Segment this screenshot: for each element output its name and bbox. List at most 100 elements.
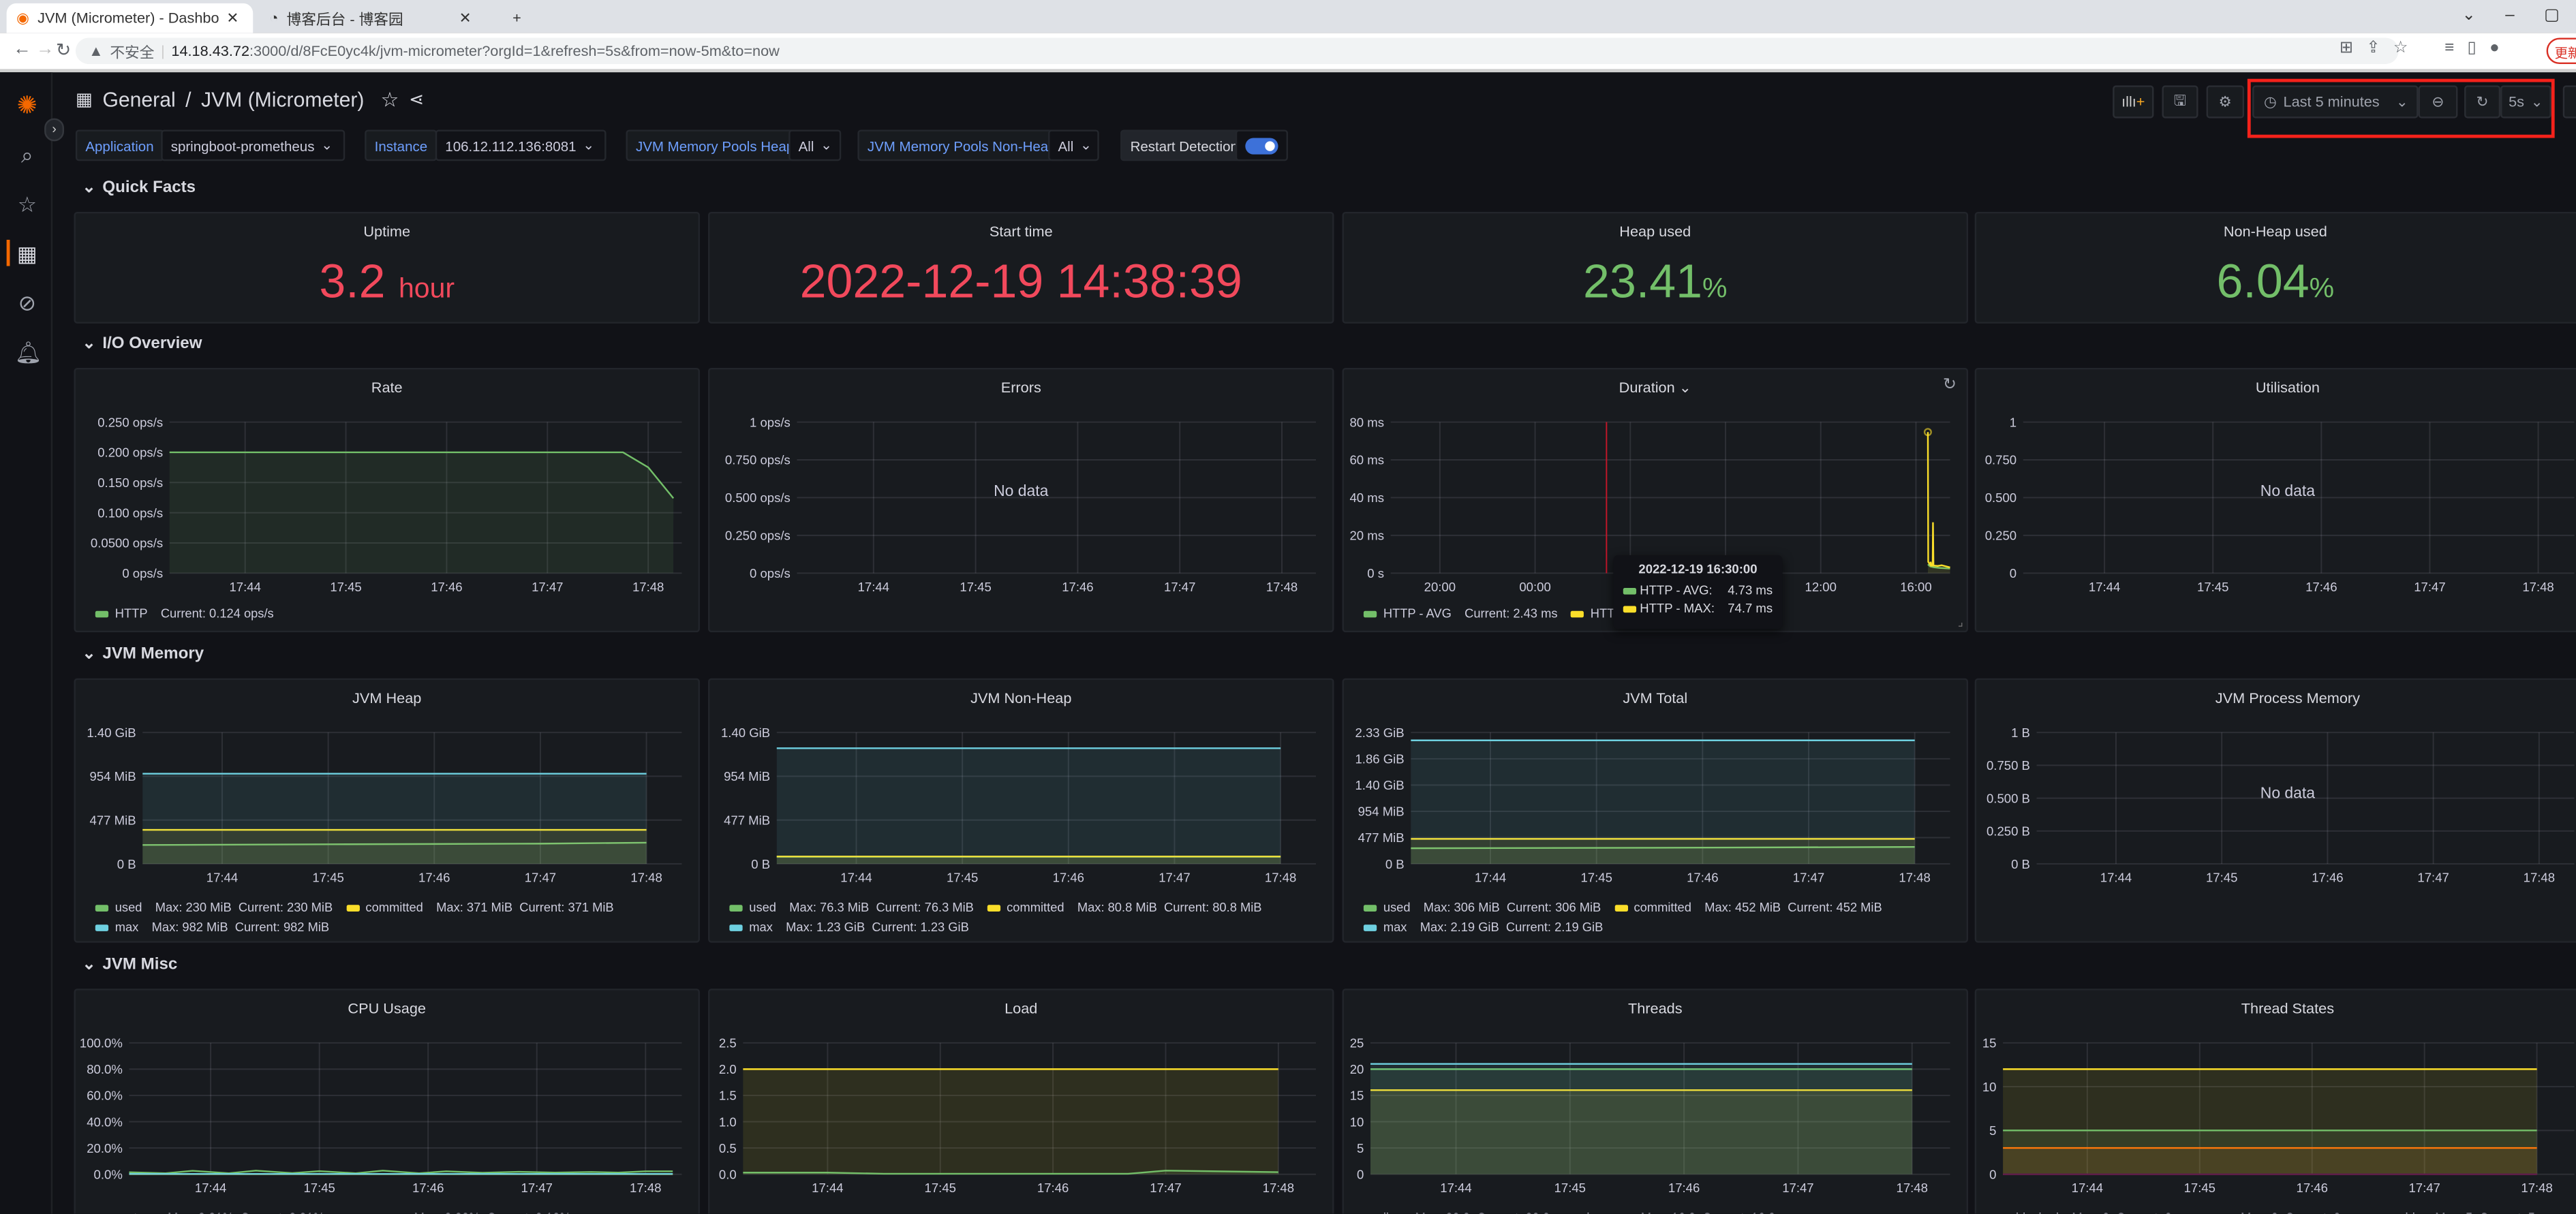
panel-title[interactable]: Rate — [76, 379, 699, 396]
forward-icon[interactable]: → — [36, 40, 55, 59]
expand-sidebar-button[interactable]: › — [44, 118, 65, 142]
chart-plot[interactable]: 0.0 0.5 1.0 1.5 2.0 2.5 17:44 17:45 17:46 17:47 17… — [709, 1033, 1332, 1197]
minimize-icon[interactable]: – — [2505, 7, 2514, 25]
breadcrumb-folder[interactable]: General — [102, 88, 175, 111]
panel-title[interactable]: Utilisation — [1976, 379, 2576, 396]
add-panel-button[interactable]: ıllı+ — [2113, 85, 2154, 119]
share-icon[interactable]: ⋖ — [409, 89, 424, 110]
explore-compass-icon[interactable]: ⊘ — [15, 291, 40, 315]
back-icon[interactable]: ← — [13, 40, 31, 59]
chart-plot[interactable]: 0 B 0.250 B 0.500 B 0.750 B1 B 17:44 17:45 17:… — [1976, 723, 2576, 887]
url-input[interactable]: ▲ 不安全 | 14.18.43.72:3000/d/8FcE0yc4k/jvm… — [75, 37, 2399, 65]
x-tick-label: 16:00 — [1900, 580, 1931, 594]
variable-select-nonheap-pools[interactable]: All ⌄ — [1048, 129, 1099, 161]
legend-stats: Max: 452 MiB Current: 452 MiB — [1704, 900, 1882, 915]
x-tick-label: 17:47 — [2408, 1181, 2440, 1195]
legend-name: HTTP — [114, 606, 148, 621]
chart-plot[interactable]: 0 5 10 15 17:44 17:45 17:46 17:47 17:48 — [1976, 1033, 2576, 1197]
save-icon: 🖫︎ — [2173, 91, 2187, 109]
search-icon[interactable]: ⌕ — [15, 143, 40, 168]
chart-plot[interactable]: 0.0% 20.0% 40.0% 60.0% 80.0% 100.0% 17:44 17:45… — [76, 1033, 699, 1197]
new-tab-button[interactable]: + — [503, 3, 532, 33]
chart-plot[interactable]: 0 ops/s 0.250 ops/s 0.500 ops/s 0.750 ops/s… — [709, 412, 1332, 596]
legend-name: system — [115, 1211, 155, 1214]
panel-title[interactable]: Duration ⌄ — [1344, 379, 1967, 398]
legend-stats: Max: 20.0 Current: 20.0 — [1415, 1211, 1550, 1214]
panel-title[interactable]: JVM Total — [1344, 689, 1967, 706]
maximize-icon[interactable]: ▢ — [2544, 7, 2560, 25]
legend-item-daemon[interactable]: daemon Max: 16.0 Current: 16.0 — [1563, 1211, 1775, 1214]
resize-handle-icon[interactable]: ⌟ — [1958, 616, 1963, 629]
legend-stats: Max: 76.3 MiB Current: 76.3 MiB — [789, 900, 974, 915]
legend-item-committed[interactable]: committed Max: 371 MiB Current: 371 MiB — [346, 900, 614, 915]
legend-item-live[interactable]: live Max: 20.0 Current: 20.0 — [1364, 1211, 1550, 1214]
chart-plot[interactable]: 0 B 477 MiB 954 MiB 1.40 GiB 17:44 17:45 17:46… — [709, 723, 1332, 887]
legend-item-committed[interactable]: committed Max: 452 MiB Current: 452 MiB — [1614, 900, 1882, 915]
legend-item-used[interactable]: used Max: 76.3 MiB Current: 76.3 MiB — [729, 900, 974, 915]
dashboard-settings-button[interactable]: ⚙ — [2206, 85, 2245, 119]
restart-detection-toggle[interactable] — [1235, 129, 1288, 161]
tab-search-icon[interactable]: ⌄ — [2462, 7, 2476, 25]
row-header-io-overview[interactable]: ⌄ I/O Overview — [82, 335, 202, 354]
legend-item-committed[interactable]: committed Max: 80.8 MiB Current: 80.8 MiB — [987, 900, 1262, 915]
legend-item-used[interactable]: used Max: 306 MiB Current: 306 MiB — [1363, 900, 1601, 915]
panel-title[interactable]: Threads — [1344, 1000, 1967, 1016]
panel-title[interactable]: Errors — [709, 379, 1332, 396]
star-icon[interactable]: ☆ — [381, 87, 399, 112]
legend-name: live — [1383, 1211, 1402, 1214]
reading-list-icon[interactable]: ≡ — [2444, 40, 2454, 58]
legend-item-max[interactable]: max Max: 2.19 GiB Current: 2.19 GiB — [1363, 920, 1603, 935]
reload-icon[interactable]: ↻ — [56, 40, 71, 61]
chart-plot[interactable]: 0 B 477 MiB 954 MiB 1.40 GiB 17:44 17:45 17:46… — [76, 723, 699, 887]
variable-select-application[interactable]: springboot-prometheus ⌄ — [161, 129, 346, 161]
x-tick-label: 17:48 — [1265, 871, 1296, 885]
legend-item-max[interactable]: max Max: 1.23 GiB Current: 1.23 GiB — [729, 920, 969, 935]
profile-avatar[interactable]: ● — [2489, 40, 2500, 58]
chart-plot[interactable]: 0 0.250 0.500 0.750 1 17:44 17:45 17:46 17:47 17:… — [1976, 412, 2576, 596]
row-header-jvm-memory[interactable]: ⌄ JVM Memory — [82, 645, 204, 664]
legend-item-system[interactable]: system Max: 2.81% Current: 2.31% — [95, 1211, 324, 1214]
legend-item-http-avg[interactable]: HTTP - AVG Current: 2.43 ms — [1363, 606, 1558, 621]
browser-tab-active[interactable]: ◉ JVM (Micrometer) - Dashboard ✕ — [6, 3, 254, 33]
browser-tab[interactable]: ◔ 博客后台 - 博客园 ✕ — [260, 3, 489, 33]
row-header-quick-facts[interactable]: ⌄ Quick Facts — [82, 179, 196, 198]
close-tab-icon[interactable]: ✕ — [226, 9, 239, 27]
legend-item-process[interactable]: process Max: 0.20% Current: 0.10% — [337, 1211, 570, 1214]
panel-title[interactable]: Load — [709, 1000, 1332, 1016]
dashboards-icon[interactable]: ▦ — [15, 241, 40, 266]
panel-title[interactable]: JVM Non-Heap — [709, 689, 1332, 706]
legend-item-runnable[interactable]: runnable Max: 5 Current: 5 — [2354, 1211, 2535, 1214]
panel-title[interactable]: CPU Usage — [76, 1000, 699, 1016]
legend-item-used[interactable]: used Max: 230 MiB Current: 230 MiB — [95, 900, 333, 915]
panel-title[interactable]: JVM Process Memory — [1976, 689, 2576, 706]
alerting-bell-icon[interactable]: 🔔︎ — [15, 340, 42, 364]
refresh-icon[interactable]: ↻ — [1943, 376, 1957, 394]
panel-title[interactable]: Thread States — [1976, 1000, 2576, 1016]
variable-select-instance[interactable]: 106.12.112.136:8081 ⌄ — [435, 129, 607, 161]
translate-icon[interactable]: ⊞ — [2340, 40, 2353, 58]
chart-plot[interactable]: 0 5 10 15 20 25 17:44 17:45 17:46 17:47 17:48 — [1344, 1033, 1967, 1197]
legend-item-max[interactable]: max Max: 982 MiB Current: 982 MiB — [95, 920, 329, 935]
close-tab-icon[interactable]: ✕ — [459, 9, 472, 27]
bookmark-star-icon[interactable]: ☆ — [2393, 40, 2408, 58]
legend-item-http[interactable]: HTTP Current: 0.124 ops/s — [95, 606, 274, 621]
chart-plot[interactable]: 0 B 477 MiB 954 MiB 1.40 GiB 1.86 GiB 2.33 Gi… — [1344, 723, 1967, 887]
share-icon[interactable]: ⇪ — [2366, 40, 2380, 58]
legend-item-new[interactable]: new Max: 0 Current: 0 — [2185, 1211, 2340, 1214]
starred-icon[interactable]: ☆ — [15, 192, 40, 217]
variable-select-heap-pools[interactable]: All ⌄ — [788, 129, 842, 161]
tv-mode-button[interactable] — [2562, 85, 2576, 119]
page-title[interactable]: JVM (Micrometer) — [201, 88, 364, 111]
grafana-logo-icon[interactable]: ✺ — [15, 93, 40, 118]
row-header-jvm-misc[interactable]: ⌄ JVM Misc — [82, 956, 178, 974]
chart-plot[interactable]: 0 ops/s 0.0500 ops/s 0.100 ops/s 0.150 ops/… — [76, 412, 699, 596]
side-panel-icon[interactable]: ▯ — [2468, 40, 2477, 58]
update-button[interactable]: 更新 — [2546, 37, 2576, 65]
panel-title[interactable]: JVM Heap — [76, 689, 699, 706]
x-tick-label: 17:45 — [1580, 871, 1612, 885]
save-dashboard-button[interactable]: 🖫︎ — [2162, 85, 2198, 119]
legend-stats: Current: 0.124 ops/s — [160, 606, 274, 621]
x-tick-label: 17:46 — [1062, 580, 1093, 594]
x-tick-label: 17:48 — [630, 871, 662, 885]
legend-item-blocked[interactable]: blocked Max: 0 Current: 0 — [1996, 1211, 2172, 1214]
